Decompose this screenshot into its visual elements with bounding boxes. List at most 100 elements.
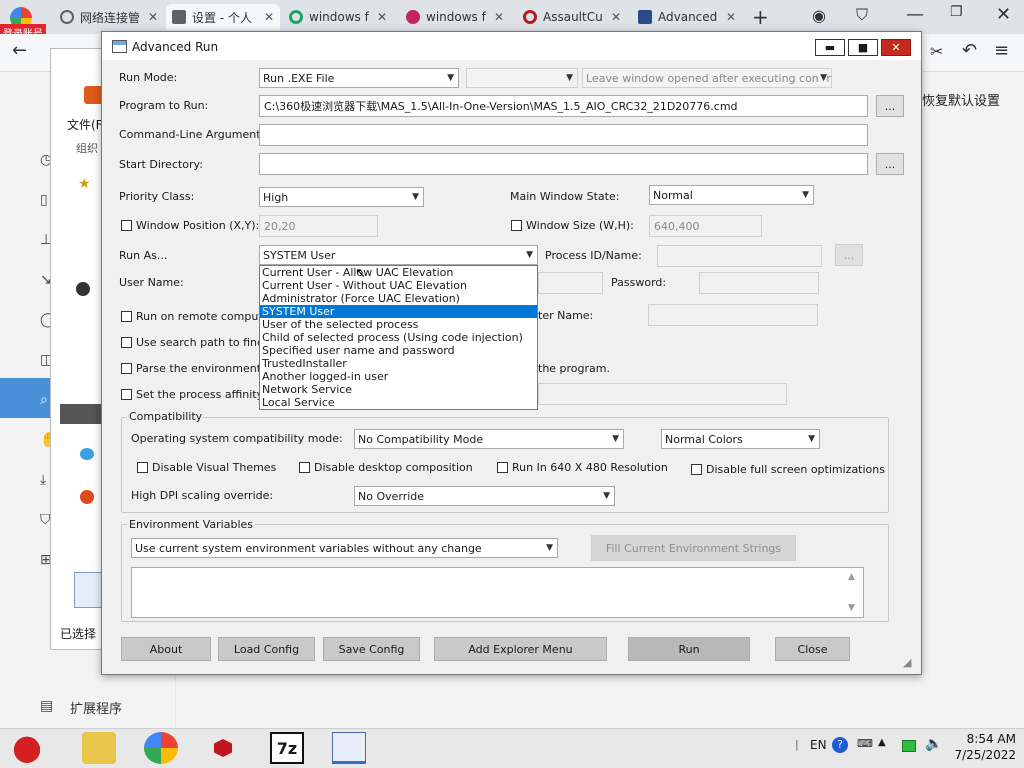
run-mode-secondary-select[interactable]: ▼ <box>466 68 578 88</box>
affinity-checkbox[interactable]: Set the process affinity m <box>121 388 277 401</box>
about-button[interactable]: About <box>121 637 211 661</box>
run-640-checkbox[interactable]: Run In 640 X 480 Resolution <box>497 461 668 474</box>
scroll-down-icon[interactable]: ▼ <box>848 603 855 613</box>
battery-icon[interactable] <box>902 740 916 752</box>
tab-windows-1[interactable]: windows f ✕ <box>283 4 393 30</box>
window-position-input[interactable]: 20,20 <box>259 215 378 237</box>
7zip-icon[interactable]: 7z <box>270 732 304 764</box>
help-icon[interactable]: ? <box>832 737 848 753</box>
minimize-icon[interactable]: — <box>906 4 924 25</box>
program-browse-button[interactable]: ... <box>876 95 904 117</box>
env-mode-select[interactable]: Use current system environment variables… <box>131 538 558 558</box>
folder-icon[interactable] <box>82 732 116 764</box>
main-state-select[interactable]: Normal ▼ <box>649 185 814 205</box>
menu-icon[interactable]: ≡ <box>994 40 1009 61</box>
run-as-option[interactable]: Current User - Allow UAC Elevation <box>260 266 537 279</box>
window-size-checkbox[interactable]: Window Size (W,H): <box>511 219 634 232</box>
colors-select[interactable]: Normal Colors ▼ <box>661 429 820 449</box>
angry-birds-icon[interactable] <box>6 730 48 766</box>
ime-icon[interactable]: ⌨ <box>857 737 873 750</box>
os-mode-select[interactable]: No Compatibility Mode ▼ <box>354 429 624 449</box>
restore-icon[interactable]: ❐ <box>950 4 963 20</box>
run-as-select[interactable]: SYSTEM User ▼ <box>259 245 538 265</box>
tab-close-icon[interactable]: ✕ <box>494 10 504 24</box>
back-icon[interactable]: ← <box>12 40 27 61</box>
window-titlebar[interactable]: Advanced Run <box>102 32 921 60</box>
tab-network[interactable]: 网络连接管 ✕ <box>54 4 164 30</box>
remote-computer-checkbox[interactable]: Run on remote computer <box>121 310 274 323</box>
shirt-icon[interactable]: ⛉ <box>856 5 868 25</box>
run-as-option[interactable]: Local Service <box>260 396 537 409</box>
extension-icon[interactable]: ▤ <box>40 698 56 714</box>
resize-grip-icon[interactable]: ◢ <box>903 656 911 669</box>
process-browse-button[interactable]: ... <box>835 244 863 266</box>
run-as-option[interactable]: TrustedInstaller <box>260 357 537 370</box>
tab-assaultcube[interactable]: AssaultCu ✕ <box>517 4 627 30</box>
search-path-checkbox[interactable]: Use search path to find th <box>121 336 279 349</box>
save-config-button[interactable]: Save Config <box>323 637 420 661</box>
run-mode-select[interactable]: Run .EXE File ▼ <box>259 68 459 88</box>
explorer-menu[interactable]: 文件(F <box>67 116 103 133</box>
program-input[interactable]: C:\360极速浏览器下载\MAS_1.5\All-In-One-Version… <box>259 95 868 117</box>
tab-close-icon[interactable]: ✕ <box>148 10 158 24</box>
volume-icon[interactable]: 🔈 <box>925 736 942 752</box>
explorer-organize[interactable]: 组织 <box>76 140 98 156</box>
run-as-option[interactable]: Network Service <box>260 383 537 396</box>
run-as-option[interactable]: Specified user name and password <box>260 344 537 357</box>
explorer-selected-row[interactable] <box>60 404 106 424</box>
taskbar-clock[interactable]: 8:54 AM 7/25/2022 <box>954 731 1016 763</box>
scissors-icon[interactable]: ✂ <box>930 42 943 61</box>
run-as-option[interactable]: Administrator (Force UAC Elevation) <box>260 292 537 305</box>
fill-env-button[interactable]: Fill Current Environment Strings <box>591 535 796 561</box>
priority-select[interactable]: High ▼ <box>259 187 424 207</box>
run-button[interactable]: Run <box>628 637 750 661</box>
tab-close-icon[interactable]: ✕ <box>377 10 387 24</box>
args-input[interactable] <box>259 124 868 146</box>
new-tab-button[interactable]: + <box>752 5 769 29</box>
extensions-link[interactable]: 扩展程序 <box>70 698 122 717</box>
advanced-run-task-icon[interactable] <box>332 732 366 764</box>
leave-window-select[interactable]: Leave window opened after executing comm… <box>582 68 832 88</box>
window-size-input[interactable]: 640,400 <box>649 215 762 237</box>
tab-settings[interactable]: 设置 - 个人 ✕ <box>166 4 280 30</box>
close-window-button[interactable]: ✕ <box>881 39 911 56</box>
user-name-input[interactable] <box>538 272 603 294</box>
scroll-up-icon[interactable]: ▲ <box>848 572 855 582</box>
parse-env-checkbox[interactable]: Parse the environment va <box>121 362 278 375</box>
run-as-option[interactable]: Child of selected process (Using code in… <box>260 331 537 344</box>
browser-icon[interactable] <box>144 732 178 764</box>
run-as-option[interactable]: Current User - Without UAC Elevation <box>260 279 537 292</box>
password-input[interactable] <box>699 272 819 294</box>
run-as-option[interactable]: Another logged-in user <box>260 370 537 383</box>
run-as-option[interactable]: SYSTEM User <box>260 305 537 318</box>
add-explorer-menu-button[interactable]: Add Explorer Menu <box>434 637 607 661</box>
restore-defaults-link[interactable]: 恢复默认设置 <box>922 90 1000 109</box>
start-dir-browse-button[interactable]: ... <box>876 153 904 175</box>
tab-close-icon[interactable]: ✕ <box>611 10 621 24</box>
affinity-input[interactable] <box>538 383 787 405</box>
disable-fullscreen-checkbox[interactable]: Disable full screen optimizations <box>691 463 885 476</box>
process-id-input[interactable] <box>657 245 822 267</box>
dpi-select[interactable]: No Override ▼ <box>354 486 615 506</box>
language-indicator[interactable]: EN <box>810 738 827 752</box>
run-as-option[interactable]: User of the selected process <box>260 318 537 331</box>
tray-up-icon[interactable]: ▲ <box>878 737 886 748</box>
disable-themes-checkbox[interactable]: Disable Visual Themes <box>137 461 276 474</box>
tab-close-icon[interactable]: ✕ <box>726 10 736 24</box>
computer-name-input[interactable] <box>648 304 818 326</box>
load-config-button[interactable]: Load Config <box>218 637 315 661</box>
start-dir-input[interactable] <box>259 153 868 175</box>
shield-icon[interactable]: ◉ <box>812 6 826 25</box>
tab-windows-2[interactable]: windows f ✕ <box>400 4 510 30</box>
undo-icon[interactable]: ↶ <box>962 40 977 61</box>
window-position-checkbox[interactable]: Window Position (X,Y): <box>121 219 259 232</box>
close-icon[interactable]: ✕ <box>996 4 1011 25</box>
maximize-button[interactable]: ■ <box>848 39 878 56</box>
minimize-button[interactable]: ▬ <box>815 39 845 56</box>
tab-advanced[interactable]: Advanced ✕ <box>632 4 742 30</box>
close-button[interactable]: Close <box>775 637 850 661</box>
disable-composition-checkbox[interactable]: Disable desktop composition <box>299 461 473 474</box>
app-hexagon-icon[interactable] <box>206 732 240 764</box>
env-strings-textarea[interactable] <box>131 567 864 618</box>
tab-close-icon[interactable]: ✕ <box>264 10 274 24</box>
